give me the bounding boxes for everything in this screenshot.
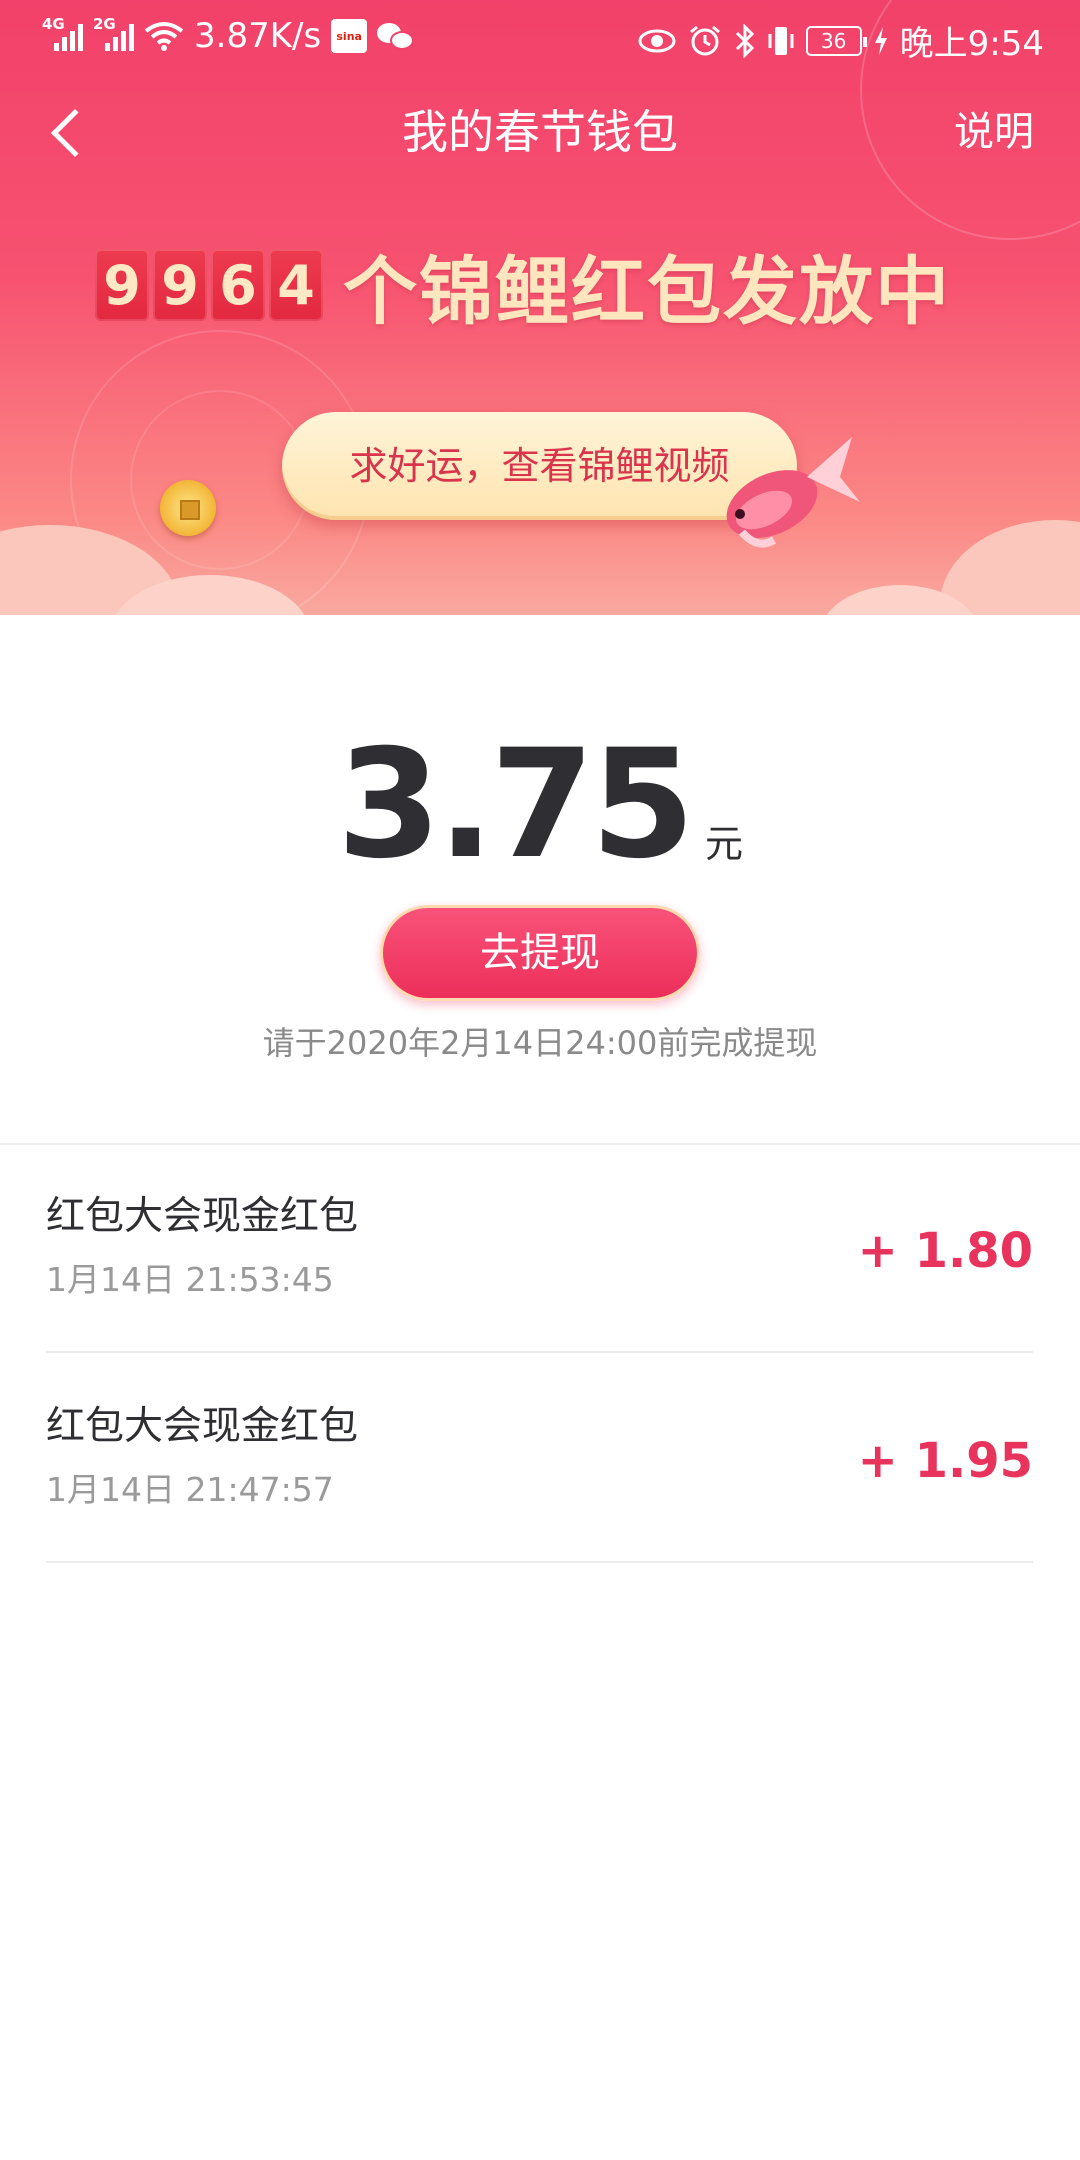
record-time: 1月14日 21:47:57 (46, 1470, 334, 1509)
list-item: 红包大会现金红包 1月14日 21:53:45 + 1.80 (46, 1145, 1033, 1353)
record-title: 红包大会现金红包 (46, 1404, 359, 1449)
coin-icon (160, 480, 216, 536)
help-link[interactable]: 说明 (954, 104, 1034, 160)
header-banner: 4G 2G 3.87K/s sina 36 晚上9:54 我的春节钱包 说明 9… (0, 0, 1080, 615)
vibrate-icon (768, 26, 794, 55)
battery-level: 36 (820, 28, 847, 53)
alarm-icon (689, 25, 720, 55)
wallet-page: 4G 2G 3.87K/s sina 36 晚上9:54 我的春节钱包 说明 9… (0, 0, 1080, 2160)
counter-digit: 9 (95, 249, 149, 321)
battery-icon: 36 (805, 25, 867, 56)
counter-digit: 4 (269, 249, 323, 321)
koi-fish-icon (726, 437, 860, 548)
withdraw-button[interactable]: 去提现 (380, 905, 700, 1001)
network-speed: 3.87K/s (194, 16, 322, 56)
balance-amount: 3.75 (336, 718, 695, 892)
sina-app-label: sina (336, 29, 362, 43)
status-bar: 4G 2G 3.87K/s sina 36 晚上9:54 (0, 0, 1080, 74)
wechat-icon (377, 21, 415, 51)
clock-time: 晚上9:54 (899, 24, 1044, 64)
eye-icon (638, 29, 676, 52)
balance-display: 3.75 元 (0, 730, 1080, 880)
record-time: 1月14日 21:53:45 (46, 1260, 334, 1299)
counter-digit: 6 (211, 249, 265, 321)
wifi-icon (144, 22, 184, 51)
balance-unit: 元 (705, 822, 744, 866)
list-item: 红包大会现金红包 1月14日 21:47:57 + 1.95 (46, 1355, 1033, 1563)
counter-caption: 个锦鲤红包发放中 (343, 248, 951, 335)
koi-counter: 9 9 6 4 个锦鲤红包发放中 (95, 245, 951, 335)
signal-icon: 2G (93, 15, 134, 51)
record-amount: + 1.80 (857, 1223, 1033, 1279)
withdraw-deadline: 请于2020年2月14日24:00前完成提现 (262, 1024, 818, 1062)
charging-icon (874, 26, 887, 55)
page-title: 我的春节钱包 (402, 105, 678, 159)
network-type-label: 4G (42, 15, 65, 33)
record-amount: + 1.95 (857, 1433, 1033, 1489)
signal-icon: 4G (42, 15, 83, 51)
network-type-label: 2G (93, 15, 116, 33)
sina-app-icon: sina (331, 19, 368, 53)
decor-cloud (940, 520, 1080, 615)
bluetooth-icon (735, 23, 754, 58)
counter-digit: 9 (153, 249, 207, 321)
record-title: 红包大会现金红包 (46, 1194, 359, 1239)
